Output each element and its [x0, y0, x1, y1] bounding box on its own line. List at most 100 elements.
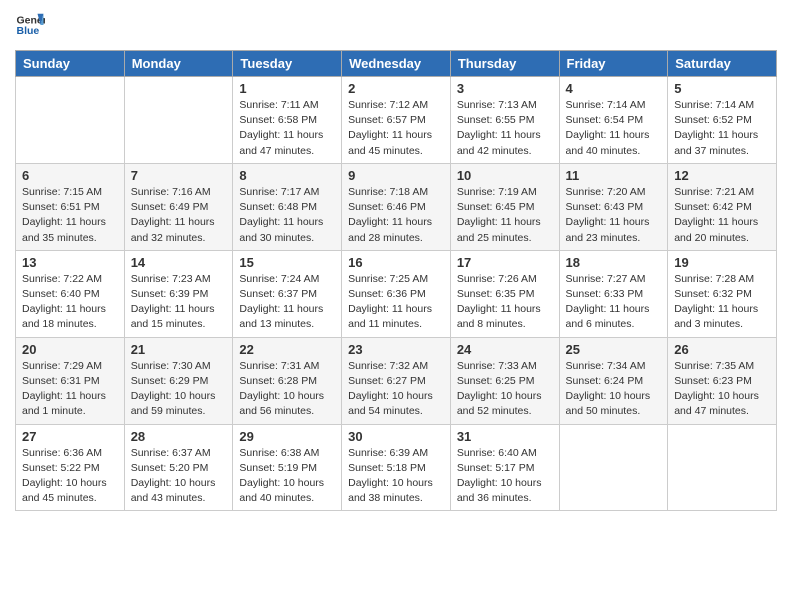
calendar-cell — [124, 77, 233, 164]
calendar-cell: 17 Sunrise: 7:26 AM Sunset: 6:35 PM Dayli… — [450, 250, 559, 337]
day-header-wednesday: Wednesday — [342, 51, 451, 77]
calendar-cell: 26Sunrise: 7:35 AM Sunset: 6:23 PM Dayli… — [668, 337, 777, 424]
calendar-cell: 3Sunrise: 7:13 AM Sunset: 6:55 PM Daylig… — [450, 77, 559, 164]
day-number: 16 — [348, 255, 444, 270]
day-header-saturday: Saturday — [668, 51, 777, 77]
day-number: 30 — [348, 429, 444, 444]
calendar-cell: 25Sunrise: 7:34 AM Sunset: 6:24 PM Dayli… — [559, 337, 668, 424]
day-header-tuesday: Tuesday — [233, 51, 342, 77]
day-number: 18 — [566, 255, 662, 270]
day-info: Sunrise: 7:11 AM Sunset: 6:58 PM Dayligh… — [239, 98, 335, 159]
day-info: Sunrise: 7:21 AM Sunset: 6:42 PM Dayligh… — [674, 185, 770, 246]
day-number: 6 — [22, 168, 118, 183]
day-info: Sunrise: 6:40 AM Sunset: 5:17 PM Dayligh… — [457, 446, 553, 507]
day-info: Sunrise: 7:24 AM Sunset: 6:37 PM Dayligh… — [239, 272, 335, 333]
calendar-cell: 4 Sunrise: 7:14 AM Sunset: 6:54 PM Daylig… — [559, 77, 668, 164]
day-header-friday: Friday — [559, 51, 668, 77]
day-number: 8 — [239, 168, 335, 183]
page: General Blue SundayMondayTuesdayWednesda… — [0, 0, 792, 521]
calendar-cell: 1 Sunrise: 7:11 AM Sunset: 6:58 PM Daylig… — [233, 77, 342, 164]
day-number: 1 — [239, 81, 335, 96]
calendar-cell: 12 Sunrise: 7:21 AM Sunset: 6:42 PM Dayli… — [668, 163, 777, 250]
calendar-cell: 8Sunrise: 7:17 AM Sunset: 6:48 PM Daylig… — [233, 163, 342, 250]
logo-icon: General Blue — [15, 10, 45, 40]
calendar-cell: 15Sunrise: 7:24 AM Sunset: 6:37 PM Dayli… — [233, 250, 342, 337]
day-info: Sunrise: 7:19 AM Sunset: 6:45 PM Dayligh… — [457, 185, 553, 246]
calendar-cell: 19Sunrise: 7:28 AM Sunset: 6:32 PM Dayli… — [668, 250, 777, 337]
day-info: Sunrise: 6:38 AM Sunset: 5:19 PM Dayligh… — [239, 446, 335, 507]
calendar-cell: 20 Sunrise: 7:29 AM Sunset: 6:31 PM Dayli… — [16, 337, 125, 424]
day-number: 28 — [131, 429, 227, 444]
day-number: 2 — [348, 81, 444, 96]
day-info: Sunrise: 7:12 AM Sunset: 6:57 PM Dayligh… — [348, 98, 444, 159]
calendar-cell: 9 Sunrise: 7:18 AM Sunset: 6:46 PM Daylig… — [342, 163, 451, 250]
day-number: 20 — [22, 342, 118, 357]
calendar-cell: 24 Sunrise: 7:33 AM Sunset: 6:25 PM Dayli… — [450, 337, 559, 424]
day-number: 14 — [131, 255, 227, 270]
day-number: 21 — [131, 342, 227, 357]
calendar-cell: 21 Sunrise: 7:30 AM Sunset: 6:29 PM Dayli… — [124, 337, 233, 424]
day-info: Sunrise: 7:20 AM Sunset: 6:43 PM Dayligh… — [566, 185, 662, 246]
day-number: 17 — [457, 255, 553, 270]
week-row-5: 27 Sunrise: 6:36 AM Sunset: 5:22 PM Dayli… — [16, 424, 777, 511]
day-info: Sunrise: 7:31 AM Sunset: 6:28 PM Dayligh… — [239, 359, 335, 420]
calendar-cell — [16, 77, 125, 164]
day-header-sunday: Sunday — [16, 51, 125, 77]
day-info: Sunrise: 7:14 AM Sunset: 6:52 PM Dayligh… — [674, 98, 770, 159]
day-number: 4 — [566, 81, 662, 96]
day-number: 25 — [566, 342, 662, 357]
day-number: 7 — [131, 168, 227, 183]
day-info: Sunrise: 6:36 AM Sunset: 5:22 PM Dayligh… — [22, 446, 118, 507]
svg-text:Blue: Blue — [17, 25, 40, 37]
day-info: Sunrise: 7:27 AM Sunset: 6:33 PM Dayligh… — [566, 272, 662, 333]
day-number: 29 — [239, 429, 335, 444]
day-info: Sunrise: 7:15 AM Sunset: 6:51 PM Dayligh… — [22, 185, 118, 246]
day-number: 31 — [457, 429, 553, 444]
week-row-3: 13Sunrise: 7:22 AM Sunset: 6:40 PM Dayli… — [16, 250, 777, 337]
day-info: Sunrise: 7:26 AM Sunset: 6:35 PM Dayligh… — [457, 272, 553, 333]
day-info: Sunrise: 7:35 AM Sunset: 6:23 PM Dayligh… — [674, 359, 770, 420]
calendar-cell: 29 Sunrise: 6:38 AM Sunset: 5:19 PM Dayli… — [233, 424, 342, 511]
calendar-cell: 18 Sunrise: 7:27 AM Sunset: 6:33 PM Dayli… — [559, 250, 668, 337]
calendar-cell: 28 Sunrise: 6:37 AM Sunset: 5:20 PM Dayli… — [124, 424, 233, 511]
day-number: 10 — [457, 168, 553, 183]
day-info: Sunrise: 7:33 AM Sunset: 6:25 PM Dayligh… — [457, 359, 553, 420]
day-info: Sunrise: 6:39 AM Sunset: 5:18 PM Dayligh… — [348, 446, 444, 507]
day-info: Sunrise: 7:14 AM Sunset: 6:54 PM Dayligh… — [566, 98, 662, 159]
calendar-cell: 14 Sunrise: 7:23 AM Sunset: 6:39 PM Dayli… — [124, 250, 233, 337]
day-info: Sunrise: 6:37 AM Sunset: 5:20 PM Dayligh… — [131, 446, 227, 507]
day-number: 9 — [348, 168, 444, 183]
day-number: 23 — [348, 342, 444, 357]
day-info: Sunrise: 7:13 AM Sunset: 6:55 PM Dayligh… — [457, 98, 553, 159]
calendar-cell: 11Sunrise: 7:20 AM Sunset: 6:43 PM Dayli… — [559, 163, 668, 250]
day-number: 12 — [674, 168, 770, 183]
day-header-thursday: Thursday — [450, 51, 559, 77]
calendar-cell: 10 Sunrise: 7:19 AM Sunset: 6:45 PM Dayli… — [450, 163, 559, 250]
week-row-2: 6 Sunrise: 7:15 AM Sunset: 6:51 PM Daylig… — [16, 163, 777, 250]
calendar-cell: 16 Sunrise: 7:25 AM Sunset: 6:36 PM Dayli… — [342, 250, 451, 337]
day-number: 24 — [457, 342, 553, 357]
calendar-cell: 23Sunrise: 7:32 AM Sunset: 6:27 PM Dayli… — [342, 337, 451, 424]
day-info: Sunrise: 7:23 AM Sunset: 6:39 PM Dayligh… — [131, 272, 227, 333]
calendar-cell: 13Sunrise: 7:22 AM Sunset: 6:40 PM Dayli… — [16, 250, 125, 337]
day-info: Sunrise: 7:16 AM Sunset: 6:49 PM Dayligh… — [131, 185, 227, 246]
day-info: Sunrise: 7:22 AM Sunset: 6:40 PM Dayligh… — [22, 272, 118, 333]
day-header-monday: Monday — [124, 51, 233, 77]
calendar-cell: 31 Sunrise: 6:40 AM Sunset: 5:17 PM Dayli… — [450, 424, 559, 511]
day-info: Sunrise: 7:25 AM Sunset: 6:36 PM Dayligh… — [348, 272, 444, 333]
day-number: 5 — [674, 81, 770, 96]
calendar-cell: 5 Sunrise: 7:14 AM Sunset: 6:52 PM Daylig… — [668, 77, 777, 164]
day-info: Sunrise: 7:30 AM Sunset: 6:29 PM Dayligh… — [131, 359, 227, 420]
logo: General Blue — [15, 10, 50, 40]
calendar-cell: 7 Sunrise: 7:16 AM Sunset: 6:49 PM Daylig… — [124, 163, 233, 250]
week-row-1: 1 Sunrise: 7:11 AM Sunset: 6:58 PM Daylig… — [16, 77, 777, 164]
header: General Blue — [15, 10, 777, 40]
calendar: SundayMondayTuesdayWednesdayThursdayFrid… — [15, 50, 777, 511]
day-info: Sunrise: 7:29 AM Sunset: 6:31 PM Dayligh… — [22, 359, 118, 420]
day-number: 19 — [674, 255, 770, 270]
day-info: Sunrise: 7:18 AM Sunset: 6:46 PM Dayligh… — [348, 185, 444, 246]
calendar-cell: 6 Sunrise: 7:15 AM Sunset: 6:51 PM Daylig… — [16, 163, 125, 250]
calendar-cell — [559, 424, 668, 511]
day-number: 27 — [22, 429, 118, 444]
calendar-header-row: SundayMondayTuesdayWednesdayThursdayFrid… — [16, 51, 777, 77]
